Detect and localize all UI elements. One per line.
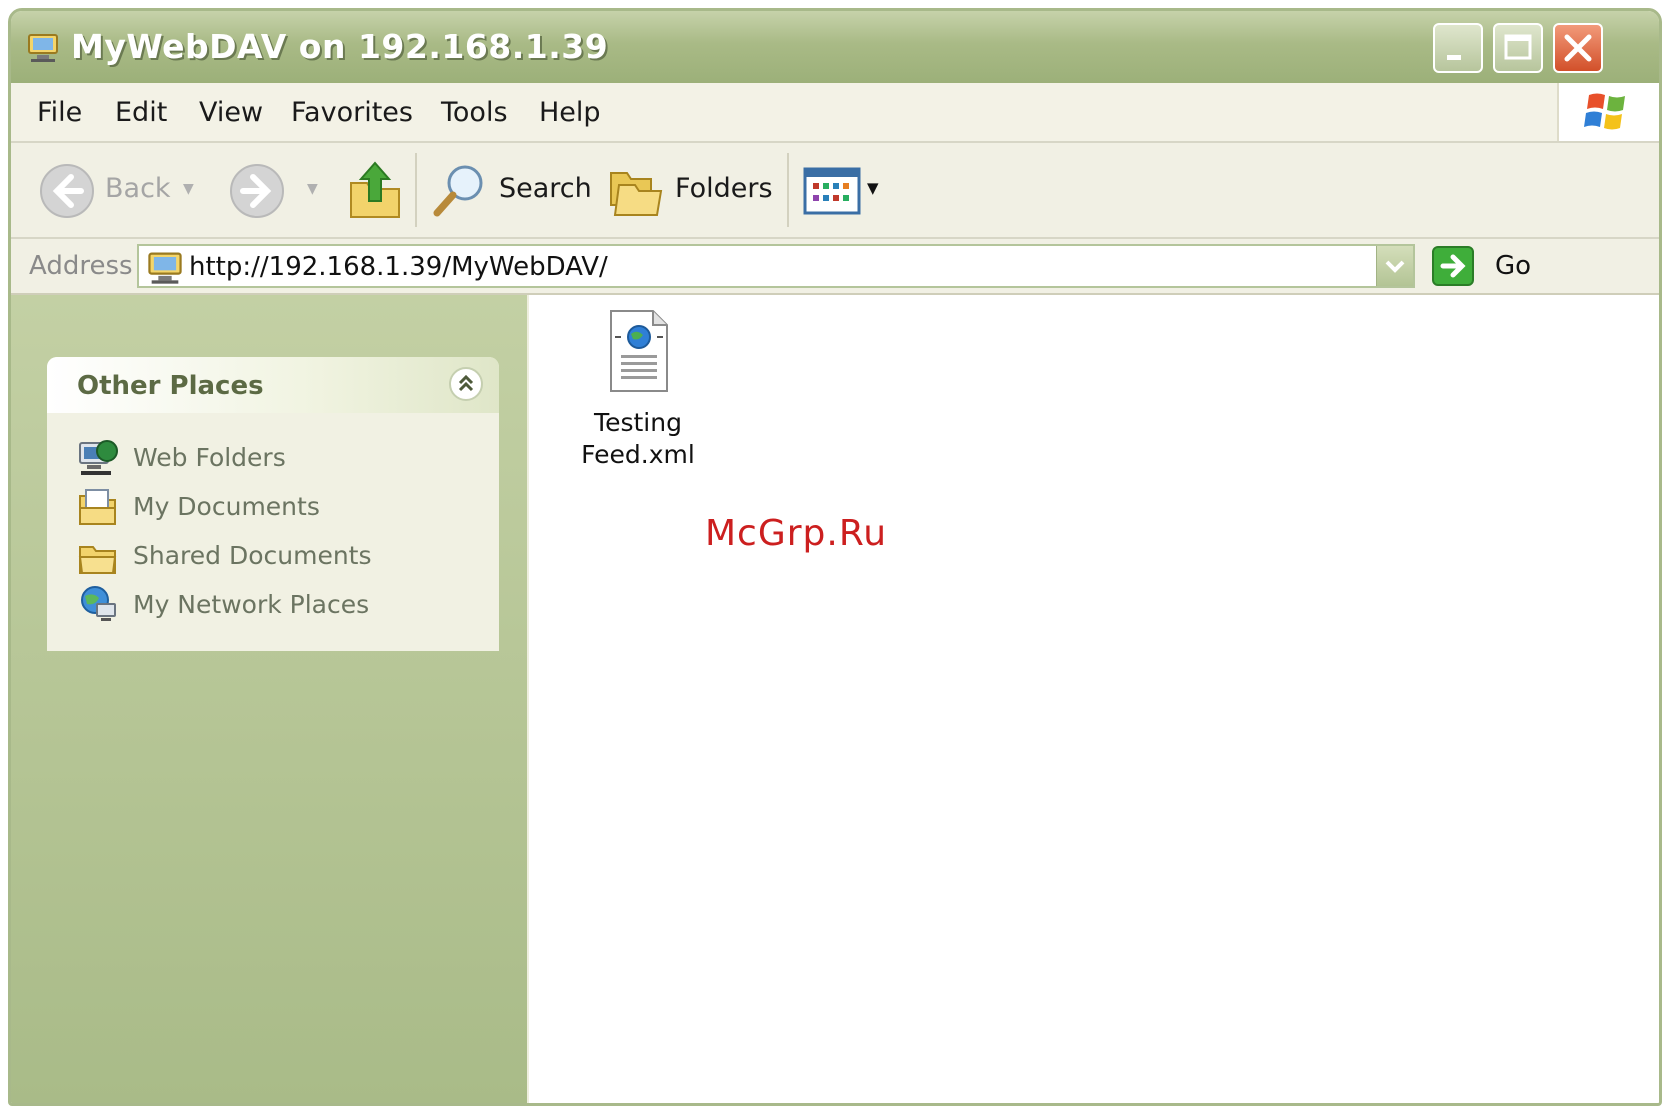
address-input[interactable]: http://192.168.1.39/MyWebDAV/ (137, 244, 1415, 288)
toolbar-separator (415, 153, 417, 227)
address-value: http://192.168.1.39/MyWebDAV/ (189, 252, 608, 282)
up-folder-icon (350, 161, 400, 218)
double-chevron-up-icon (458, 374, 474, 392)
folders-button[interactable]: Folders (607, 159, 777, 221)
windows-logo (1557, 83, 1659, 141)
network-places-icon (81, 586, 116, 621)
folders-icon (610, 172, 663, 216)
forward-dropdown-icon: ▼ (307, 181, 318, 197)
maximize-icon (1504, 34, 1532, 60)
back-button[interactable]: Back ▼ (37, 161, 207, 221)
menu-bar: File Edit View Favorites Tools Help (11, 83, 1659, 143)
webdav-folder-icon (148, 252, 182, 284)
go-label: Go (1495, 251, 1532, 281)
maximize-button[interactable] (1493, 23, 1543, 73)
window-title: MyWebDAV on 192.168.1.39 (71, 27, 609, 66)
file-name-line: Feed.xml (581, 440, 695, 469)
web-folders-icon (79, 440, 118, 475)
task-pane: Other Places Web Folders My Documents Sh… (11, 295, 527, 1103)
place-my-documents[interactable]: My Documents (77, 486, 477, 526)
search-icon (433, 165, 483, 217)
forward-button[interactable]: ▼ (227, 161, 327, 221)
file-name: Testing Feed.xml (563, 407, 713, 471)
place-label: Shared Documents (133, 541, 372, 570)
menu-view[interactable]: View (199, 97, 263, 128)
other-places-header[interactable]: Other Places (47, 357, 499, 413)
watermark: McGrp.Ru (705, 513, 888, 554)
collapse-button[interactable] (449, 367, 483, 401)
views-icon (803, 167, 861, 215)
toolbar-separator (787, 153, 789, 227)
place-shared-documents[interactable]: Shared Documents (77, 535, 477, 575)
back-dropdown-icon: ▼ (183, 181, 194, 197)
file-item[interactable]: Testing Feed.xml (563, 305, 713, 475)
menu-file[interactable]: File (37, 97, 82, 128)
file-name-line: Testing (594, 408, 682, 437)
views-button[interactable]: ▼ (803, 165, 887, 217)
title-bar[interactable]: MyWebDAV on 192.168.1.39 (11, 11, 1659, 85)
place-label: My Documents (133, 492, 320, 521)
search-label: Search (499, 173, 592, 204)
chevron-down-icon (1385, 260, 1405, 273)
windows-flag-icon (1584, 93, 1625, 130)
search-button[interactable]: Search (429, 159, 592, 221)
shared-documents-icon (78, 546, 117, 574)
back-label: Back (105, 173, 171, 204)
menu-tools[interactable]: Tools (441, 97, 508, 128)
menu-favorites[interactable]: Favorites (291, 97, 413, 128)
up-folder-button[interactable] (345, 157, 405, 223)
menu-edit[interactable]: Edit (115, 97, 167, 128)
xml-file-icon (610, 310, 668, 392)
go-arrow-icon (1432, 246, 1474, 286)
forward-arrow-icon (230, 164, 284, 218)
file-view[interactable]: Testing Feed.xml McGrp.Ru (529, 295, 1659, 1103)
menu-help[interactable]: Help (539, 97, 601, 128)
minimize-button[interactable] (1433, 23, 1483, 73)
webdav-folder-icon (28, 34, 58, 62)
close-button[interactable] (1553, 23, 1603, 73)
go-button[interactable]: Go (1431, 245, 1541, 287)
address-bar: Address http://192.168.1.39/MyWebDAV/ Go (11, 239, 1659, 295)
other-places-panel: Other Places Web Folders My Documents Sh… (47, 357, 499, 651)
minimize-icon (1447, 55, 1461, 60)
my-documents-icon (79, 489, 116, 525)
panel-title: Other Places (77, 371, 264, 401)
back-arrow-icon (40, 164, 94, 218)
folders-label: Folders (675, 173, 773, 204)
close-icon (1564, 34, 1592, 62)
place-label: Web Folders (133, 443, 286, 472)
views-dropdown-icon: ▼ (867, 179, 879, 197)
place-my-network-places[interactable]: My Network Places (77, 584, 477, 624)
place-label: My Network Places (133, 590, 370, 619)
address-dropdown-button[interactable] (1376, 246, 1413, 286)
toolbar: Back ▼ ▼ Search Folders ▼ (11, 143, 1659, 239)
address-label: Address (29, 251, 133, 281)
explorer-window: MyWebDAV on 192.168.1.39 File Edit View … (8, 8, 1662, 1106)
place-web-folders[interactable]: Web Folders (77, 437, 477, 477)
